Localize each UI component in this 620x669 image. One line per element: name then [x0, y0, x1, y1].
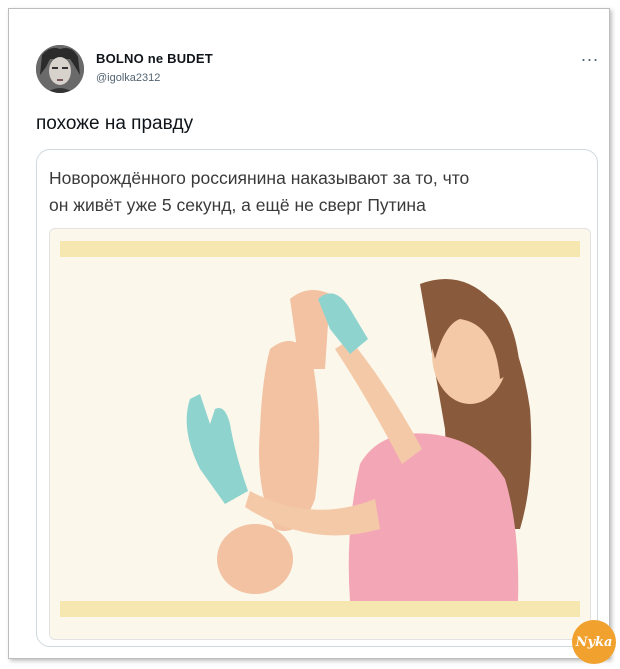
display-name[interactable]: BOLNO ne BUDET	[96, 51, 213, 66]
more-options-icon[interactable]: ...	[581, 45, 599, 66]
quoted-text-line-1: Новорождённого россиянина наказывают за …	[49, 168, 470, 188]
watermark-logo: Nyka	[572, 620, 616, 664]
quoted-post-text: Новорождённого россиянина наказывают за …	[49, 165, 589, 219]
illustration-top-band	[60, 241, 580, 257]
baby-head	[217, 524, 293, 594]
illustration-bottom-band	[60, 601, 580, 617]
avatar-image	[36, 45, 84, 93]
quoted-post[interactable]: Новорождённого россиянина наказывают за …	[36, 149, 598, 647]
tweet-text: похоже на правду	[36, 113, 194, 134]
user-handle[interactable]: @igolka2312	[96, 72, 160, 84]
attached-image[interactable]	[49, 228, 591, 640]
illustration	[50, 229, 590, 639]
avatar[interactable]	[36, 45, 84, 93]
quoted-text-line-2: он живёт уже 5 секунд, а ещё не сверг Пу…	[49, 195, 426, 215]
tweet-card: BOLNO ne BUDET @igolka2312 ... похоже на…	[8, 8, 616, 664]
